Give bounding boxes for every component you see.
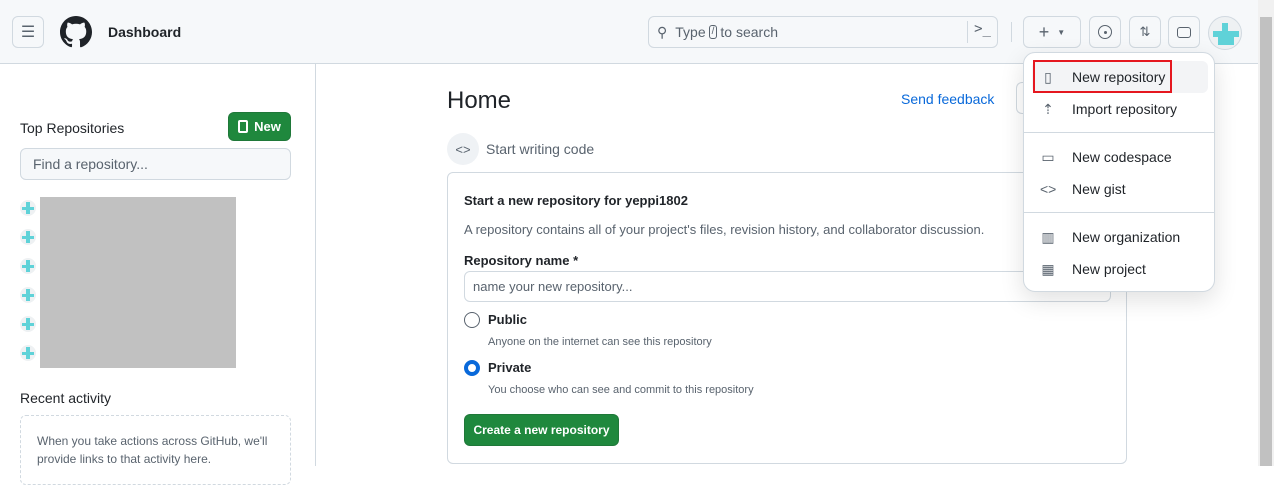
public-description: Anyone on the internet can see this repo… <box>488 336 712 348</box>
create-new-dropdown: ▯ New repository ⇡ Import repository ▭ New … <box>1023 52 1215 292</box>
find-repository-input[interactable]: Find a repository... <box>20 148 291 180</box>
search-shortcut-key: / <box>708 25 718 39</box>
page-scrollbar[interactable] <box>1258 0 1274 466</box>
menu-item-label: New codespace <box>1072 149 1172 165</box>
caret-down-icon: ▼ <box>1057 27 1066 37</box>
scrollbar-thumb[interactable] <box>1260 17 1272 466</box>
menu-button[interactable]: ☰ <box>12 16 44 48</box>
highlight-box <box>1033 60 1172 93</box>
public-radio[interactable] <box>464 312 480 328</box>
repo-owner-avatar <box>20 287 36 303</box>
header-divider <box>1011 22 1012 42</box>
private-description: You choose who can see and commit to thi… <box>488 384 754 396</box>
user-avatar[interactable] <box>1208 16 1242 50</box>
project-icon: ▦ <box>1041 260 1055 277</box>
recent-activity-empty: When you take actions across GitHub, we'… <box>20 415 291 485</box>
menu-item-label: New project <box>1072 261 1146 277</box>
top-repositories-heading: Top Repositories <box>20 120 125 136</box>
menu-item-label: New organization <box>1072 229 1181 245</box>
send-feedback-link[interactable]: Send feedback <box>901 91 994 107</box>
redacted-repo-list <box>40 197 236 368</box>
menu-item-new-gist[interactable]: <> New gist <box>1032 173 1208 205</box>
create-new-button[interactable]: + ▼ <box>1023 16 1081 48</box>
search-icon: ⚲ <box>657 23 668 40</box>
repository-name-input[interactable]: name your new repository... <box>464 271 1111 302</box>
organization-icon: ▥ <box>1041 228 1055 245</box>
repo-owner-avatar <box>20 345 36 361</box>
card-heading: Start a new repository for yeppi1802 <box>464 193 688 208</box>
private-label[interactable]: Private <box>488 360 531 375</box>
repository-name-placeholder: name your new repository... <box>473 279 633 294</box>
new-label: New <box>254 119 281 134</box>
search-input[interactable]: ⚲ Type / to search >_ <box>648 16 998 48</box>
hamburger-icon: ☰ <box>20 24 36 41</box>
private-radio[interactable] <box>464 360 480 376</box>
plus-icon: + <box>1038 21 1050 42</box>
search-placeholder: Type <box>675 24 706 40</box>
find-repository-placeholder: Find a repository... <box>33 156 148 172</box>
create-repository-button[interactable]: Create a new repository <box>464 414 619 446</box>
pull-requests-button[interactable]: ⇅ <box>1129 16 1161 48</box>
code-icon: <> <box>447 133 479 165</box>
inbox-button[interactable] <box>1168 16 1200 48</box>
repo-push-icon: ⇡ <box>1042 100 1054 117</box>
public-label[interactable]: Public <box>488 312 527 327</box>
github-logo-icon[interactable] <box>60 16 92 48</box>
menu-item-label: Import repository <box>1072 101 1178 117</box>
issues-button[interactable] <box>1089 16 1121 48</box>
codespaces-icon: ▭ <box>1041 148 1055 165</box>
command-palette-icon[interactable]: >_ <box>967 21 997 43</box>
card-description: A repository contains all of your projec… <box>464 222 985 237</box>
sidebar: Top Repositories New Find a repository..… <box>0 64 316 485</box>
create-repository-label: Create a new repository <box>473 423 610 437</box>
menu-item-import-repository[interactable]: ⇡ Import repository <box>1032 93 1208 125</box>
menu-divider <box>1024 132 1214 133</box>
menu-item-new-project[interactable]: ▦ New project <box>1032 253 1208 285</box>
menu-item-new-codespace[interactable]: ▭ New codespace <box>1032 141 1208 173</box>
repo-owner-avatar <box>20 258 36 274</box>
start-writing-label: Start writing code <box>486 141 595 157</box>
inbox-icon <box>1177 26 1191 38</box>
search-placeholder-suffix: to search <box>720 24 778 40</box>
home-title: Home <box>447 87 512 114</box>
repo-icon <box>238 120 249 133</box>
code-icon: <> <box>1040 181 1057 197</box>
recent-activity-heading: Recent activity <box>20 390 112 406</box>
new-repository-button[interactable]: New <box>228 112 291 141</box>
repo-owner-avatar <box>20 229 36 245</box>
menu-divider <box>1024 212 1214 213</box>
issue-opened-icon <box>1098 25 1112 39</box>
menu-item-new-organization[interactable]: ▥ New organization <box>1032 221 1208 253</box>
git-pull-request-icon: ⇅ <box>1139 24 1151 39</box>
menu-item-label: New gist <box>1072 181 1126 197</box>
repository-name-label: Repository name * <box>464 253 579 268</box>
repo-owner-avatar <box>20 200 36 216</box>
recent-activity-text: When you take actions across GitHub, we'… <box>37 434 268 466</box>
page-context-title: Dashboard <box>108 24 182 40</box>
repo-owner-avatar <box>20 316 36 332</box>
